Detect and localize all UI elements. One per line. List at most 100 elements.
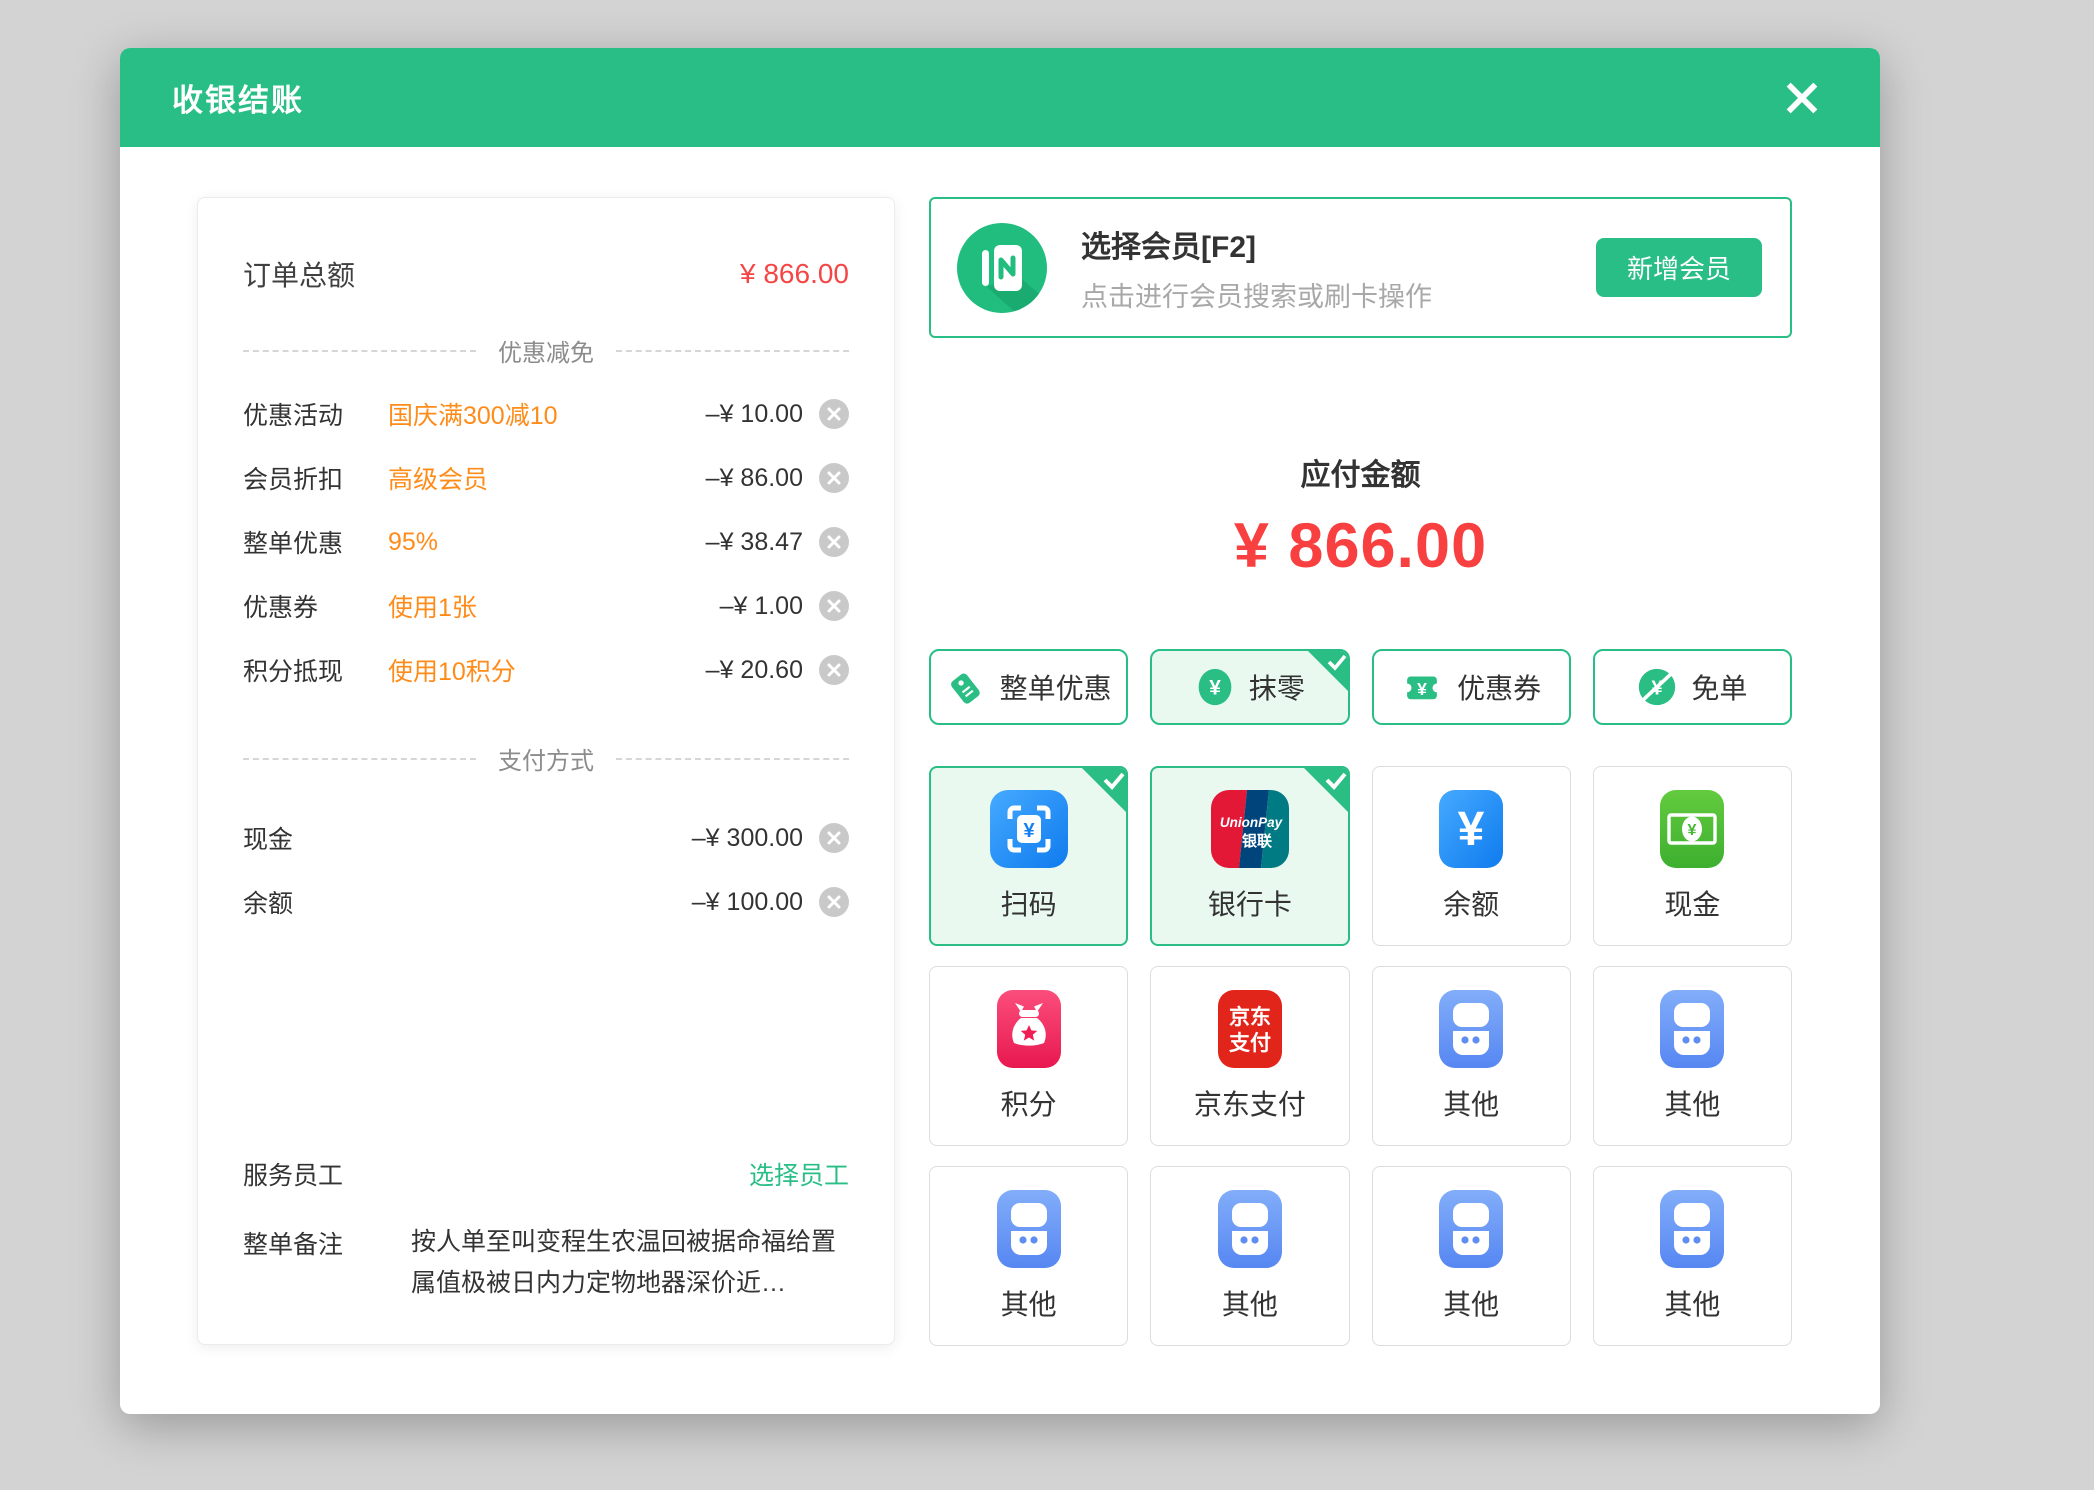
payment-method-bank-card[interactable]: UnionPay 银联 银行卡 [1150,766,1349,946]
discount-row: 会员折扣 高级会员 –¥ 86.00 [243,446,849,510]
x-circle-icon [819,823,849,853]
selected-check-icon [1307,650,1349,692]
x-circle-icon [819,527,849,557]
quick-discount-label: 抹零 [1249,667,1305,707]
modal-body: 订单总额 ¥ 866.00 优惠减免 优惠活动 国庆满300减10 –¥ 10.… [120,147,1880,1346]
payment-method-label: 其他 [1443,1083,1499,1123]
quick-discount-button-order[interactable]: 整单优惠 [929,649,1128,725]
payment-section-divider: 支付方式 [243,741,849,776]
svg-text:支付: 支付 [1229,1032,1271,1055]
member-select-box[interactable]: 选择会员[F2] 点击进行会员搜索或刷卡操作 新增会员 [929,197,1792,338]
remove-discount-button[interactable] [819,399,849,429]
payment-method-cash[interactable]: ¥ 现金 [1593,766,1792,946]
payment-method-label: 银行卡 [1208,883,1292,923]
payment-method-other[interactable]: 其他 [929,1166,1128,1346]
discount-section-title: 优惠减免 [498,333,594,368]
remove-payment-button[interactable] [819,887,849,917]
divider-line [243,350,476,352]
free-order-icon: ¥ [1637,667,1677,707]
svg-text:UnionPay: UnionPay [1220,815,1284,830]
quick-discount-button-coupon[interactable]: ¥ 优惠券 [1372,649,1571,725]
remove-discount-button[interactable] [819,527,849,557]
discount-row-amount: –¥ 20.60 [706,656,803,685]
discount-row-detail: 高级会员 [388,460,706,496]
discount-row-detail: 使用10积分 [388,652,706,688]
payment-method-other[interactable]: 其他 [1372,966,1571,1146]
close-button[interactable] [1776,72,1828,124]
member-select-subtitle: 点击进行会员搜索或刷卡操作 [1081,275,1432,314]
svg-text:¥: ¥ [1023,820,1035,842]
payment-method-balance[interactable]: ¥ 余额 [1372,766,1571,946]
order-total-amount: ¥ 866.00 [740,258,849,290]
close-icon [1782,78,1822,118]
payment-method-other[interactable]: 其他 [1593,1166,1792,1346]
remove-payment-button[interactable] [819,823,849,853]
discount-row-label: 优惠券 [243,588,388,624]
selected-check-icon [1303,767,1349,813]
payment-method-label: 积分 [1001,1083,1057,1123]
other-pay-icon [1653,990,1731,1068]
order-summary-panel: 订单总额 ¥ 866.00 优惠减免 优惠活动 国庆满300减10 –¥ 10.… [197,197,895,1345]
discount-row-amount: –¥ 10.00 [706,400,803,429]
payment-method-other[interactable]: 其他 [1150,1166,1349,1346]
quick-discount-label: 整单优惠 [1000,667,1112,707]
scan-pay-icon: ¥ [990,790,1068,868]
payment-method-label: 其他 [1664,1083,1720,1123]
tag-icon [946,667,986,707]
payment-rows: 现金 –¥ 300.00 余额 –¥ 100.00 [243,806,849,934]
payment-row-label: 现金 [243,820,388,856]
x-circle-icon [819,463,849,493]
quick-discount-button-round-off[interactable]: ¥ 抹零 [1150,649,1349,725]
discount-row-amount: –¥ 38.47 [706,528,803,557]
discount-row-label: 积分抵现 [243,652,388,688]
payment-method-other[interactable]: 其他 [1372,1166,1571,1346]
modal-title: 收银结账 [172,75,304,120]
discount-row-amount: –¥ 1.00 [720,592,803,621]
payment-method-label: 现金 [1664,883,1720,923]
staff-label: 服务员工 [243,1156,343,1192]
checkout-modal: 收银结账 订单总额 ¥ 866.00 优惠减免 优惠活动 国庆满300减10 [120,48,1880,1414]
points-icon [990,990,1068,1068]
add-member-button[interactable]: 新增会员 [1596,238,1762,297]
payment-row: 余额 –¥ 100.00 [243,870,849,934]
select-staff-link[interactable]: 选择员工 [749,1156,849,1192]
selected-check-icon [1081,767,1127,813]
yuan-circle-icon: ¥ [1195,667,1235,707]
svg-text:银联: 银联 [1242,832,1273,850]
payment-method-label: 其他 [1443,1283,1499,1323]
discount-row-amount: –¥ 86.00 [706,464,803,493]
x-circle-icon [819,887,849,917]
payment-method-scan[interactable]: ¥ 扫码 [929,766,1128,946]
discount-section-divider: 优惠减免 [243,333,849,368]
spacer [243,934,849,1156]
discount-row-detail: 使用1张 [388,588,720,624]
remove-discount-button[interactable] [819,463,849,493]
quick-discount-label: 优惠券 [1457,667,1541,707]
other-pay-icon [1653,1190,1731,1268]
discount-row: 优惠券 使用1张 –¥ 1.00 [243,574,849,638]
quick-discount-bar: 整单优惠 ¥ 抹零 [929,649,1792,725]
remove-discount-button[interactable] [819,655,849,685]
other-pay-icon [1432,990,1510,1068]
payment-method-jd-pay[interactable]: 京东 支付 京东支付 [1150,966,1349,1146]
jd-pay-icon: 京东 支付 [1211,990,1289,1068]
other-pay-icon [990,1190,1068,1268]
payment-row-amount: –¥ 100.00 [692,888,803,917]
quick-discount-button-free[interactable]: ¥ 免单 [1593,649,1792,725]
payment-method-points[interactable]: 积分 [929,966,1128,1146]
payment-method-other[interactable]: 其他 [1593,966,1792,1146]
payment-method-label: 扫码 [1001,883,1057,923]
payment-method-label: 其他 [1664,1283,1720,1323]
svg-text:¥: ¥ [1209,676,1221,699]
unionpay-icon: UnionPay 银联 [1211,790,1289,868]
balance-icon: ¥ [1432,790,1510,868]
discount-row-detail: 国庆满300减10 [388,396,706,432]
payable-amount: ¥ 866.00 [929,510,1792,582]
x-circle-icon [819,591,849,621]
x-circle-icon [819,399,849,429]
remove-discount-button[interactable] [819,591,849,621]
payment-method-label: 其他 [1001,1283,1057,1323]
payable-block: 应付金额 ¥ 866.00 [929,450,1792,582]
discount-row-label: 会员折扣 [243,460,388,496]
staff-row: 服务员工 选择员工 [243,1156,849,1192]
